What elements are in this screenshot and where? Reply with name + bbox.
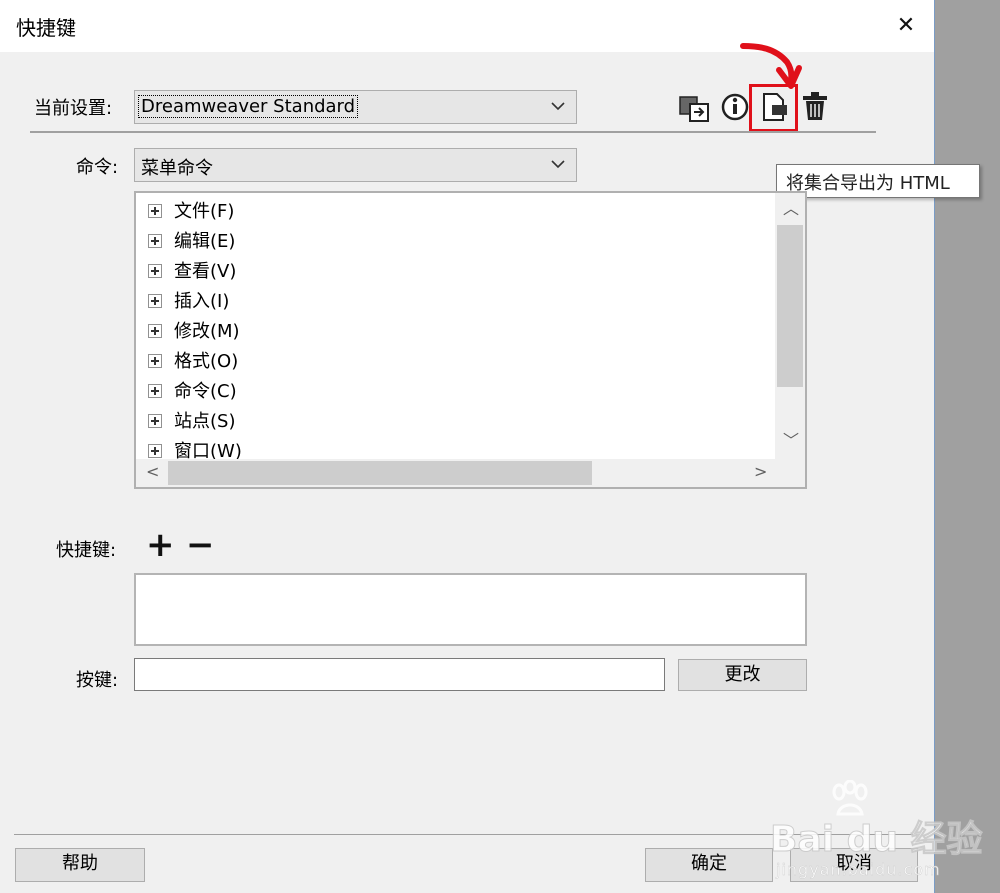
expand-icon[interactable] [148,324,162,338]
change-button[interactable]: 更改 [678,659,807,691]
expand-icon[interactable] [148,294,162,308]
current-setting-label: 当前设置: [34,98,113,119]
watermark-brand: Bai du 经验 [770,819,984,861]
current-setting-select[interactable]: Dreamweaver Standard [134,90,577,124]
expand-icon[interactable] [148,264,162,278]
expand-icon[interactable] [148,444,162,458]
vertical-scroll-thumb[interactable] [777,225,803,387]
separator [30,131,876,133]
current-setting-value: Dreamweaver Standard [137,95,359,118]
ok-button[interactable]: 确定 [645,848,773,882]
help-button[interactable]: 帮助 [15,848,145,882]
expand-icon[interactable] [148,384,162,398]
expand-icon[interactable] [148,354,162,368]
keypress-label: 按键: [76,670,119,691]
command-tree[interactable]: 文件(F) 编辑(E) 查看(V) 插入(I) 修改(M) 格式(O) 命令(C… [134,191,807,489]
close-button[interactable]: ✕ [888,8,924,44]
command-select[interactable]: 菜单命令 [134,148,577,182]
shortcut-list[interactable] [134,573,807,646]
horizontal-scrollbar[interactable]: < > [136,459,805,487]
expand-icon[interactable] [148,414,162,428]
info-icon[interactable] [718,90,752,124]
shortcut-label: 快捷键: [56,540,117,561]
scroll-left-icon[interactable]: < [146,464,159,480]
scroll-up-icon[interactable]: ︿ [783,201,799,217]
scroll-down-icon[interactable]: ﹀ [783,433,799,449]
duplicate-set-icon[interactable] [678,92,712,126]
shortcut-dialog: 快捷键 ✕ 当前设置: Dreamweaver Standard 命令: 菜单命… [0,0,980,893]
red-arrow-annotation [740,43,802,89]
command-label: 命令: [76,157,119,178]
horizontal-scroll-thumb[interactable] [168,461,592,485]
expand-icon[interactable] [148,234,162,248]
trash-icon[interactable] [798,89,832,123]
dialog-title: 快捷键 [16,16,76,40]
scroll-right-icon[interactable]: > [754,464,767,480]
remove-shortcut-button[interactable]: − [186,528,215,562]
keypress-input[interactable] [134,658,665,691]
vertical-scrollbar[interactable]: ︿ ﹀ [775,193,805,459]
chevron-down-icon [551,102,565,111]
command-value: 菜单命令 [141,158,213,179]
chevron-down-icon [551,160,565,169]
add-shortcut-button[interactable]: + [146,528,175,562]
baidu-watermark: Bai du 经验 jingyan.baidu.com [770,780,990,890]
watermark-url: jingyan.baidu.com [776,860,941,879]
expand-icon[interactable] [148,204,162,218]
